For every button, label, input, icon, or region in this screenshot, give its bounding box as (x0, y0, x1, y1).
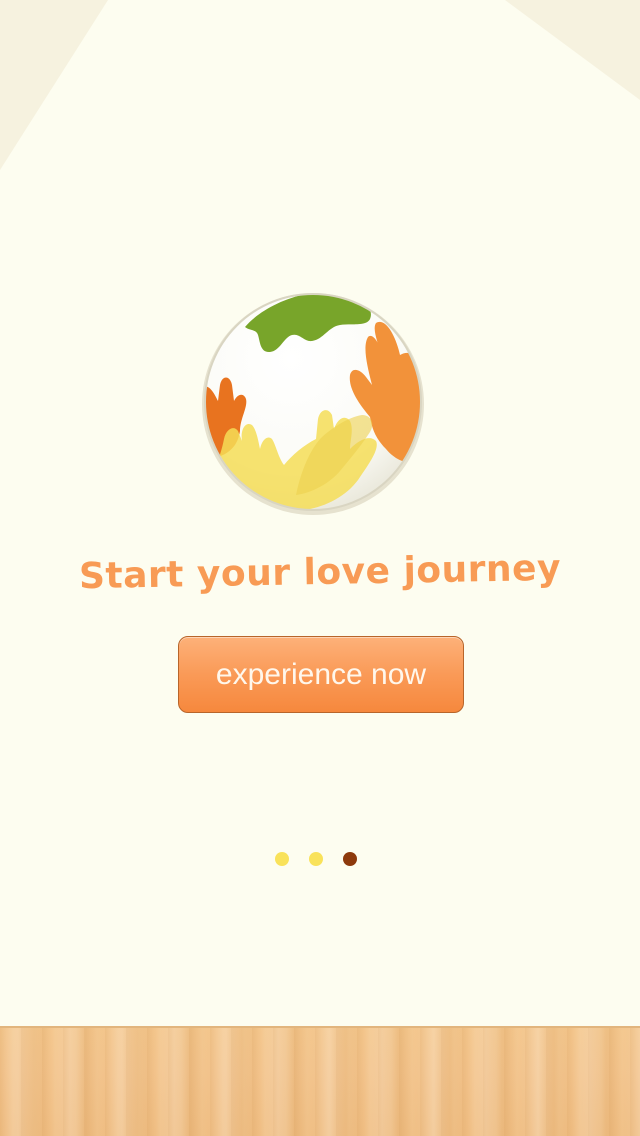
page-dot-3-active[interactable] (343, 852, 357, 866)
page-dot-2[interactable] (309, 852, 323, 866)
experience-now-button[interactable]: experience now (178, 636, 464, 713)
page-indicator (0, 852, 640, 868)
hands-globe-icon (202, 293, 424, 515)
wood-floor (0, 1026, 640, 1136)
page-dot-1[interactable] (275, 852, 289, 866)
